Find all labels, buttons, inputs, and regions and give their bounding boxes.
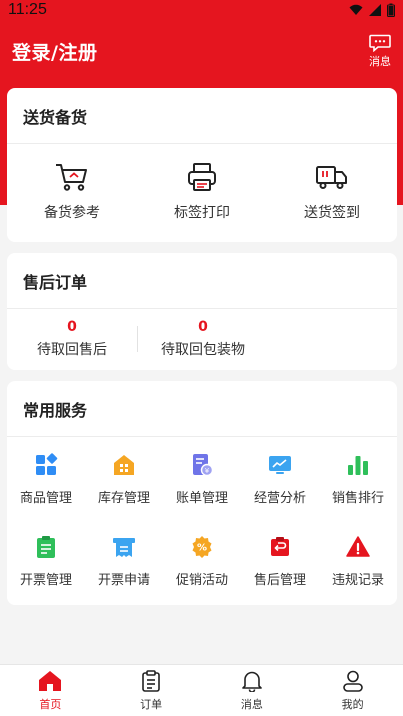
- invoice-management-button[interactable]: 开票管理: [7, 535, 85, 617]
- tab-messages[interactable]: 消息: [212, 670, 292, 712]
- bill-management-label: 账单管理: [175, 491, 228, 506]
- bar-chart-icon: [348, 456, 368, 475]
- tab-messages-label: 消息: [240, 697, 263, 711]
- pending-return-packaging[interactable]: 0 待取回包装物: [138, 319, 268, 359]
- tab-mine[interactable]: 我的: [313, 670, 393, 712]
- pending-return-aftersales-count: 0: [67, 319, 77, 335]
- aftersales-management-button[interactable]: 售后管理: [241, 535, 319, 617]
- pending-return-packaging-count: 0: [198, 319, 208, 335]
- delivery-card-title: 送货备货: [7, 88, 397, 144]
- message-button[interactable]: 消息: [369, 34, 391, 69]
- svg-text:¥: ¥: [205, 467, 210, 475]
- warehouse-icon: [114, 455, 134, 475]
- label-print-label: 标签打印: [174, 205, 230, 221]
- label-print-button[interactable]: 标签打印: [137, 162, 267, 222]
- promotion-label: 促销活动: [175, 573, 228, 588]
- bill-management-button[interactable]: ¥ 账单管理: [163, 453, 241, 535]
- pending-return-aftersales[interactable]: 0 待取回售后: [7, 319, 137, 359]
- cart-icon: [56, 164, 87, 191]
- services-card: 常用服务 商品管理 库存管理 ¥ 账单管理 经营分析 销售排行 开票管理 开票申…: [7, 381, 397, 605]
- battery-icon: [387, 3, 395, 17]
- after-sales-card: 售后订单 0 待取回售后 0 待取回包装物: [7, 253, 397, 370]
- stock-reference-label: 备货参考: [44, 205, 100, 221]
- delivery-checkin-button[interactable]: 送货签到: [267, 162, 397, 222]
- order-list-icon: [142, 669, 160, 692]
- sales-ranking-button[interactable]: 销售排行: [319, 453, 397, 535]
- tab-orders[interactable]: 订单: [111, 669, 191, 712]
- tab-orders-label: 订单: [140, 697, 163, 711]
- stock-reference-button[interactable]: 备货参考: [7, 162, 137, 222]
- violation-record-button[interactable]: 违规记录: [319, 535, 397, 617]
- user-icon: [342, 670, 363, 692]
- status-time: 11:25: [8, 1, 47, 18]
- clipboard-icon: [37, 536, 55, 558]
- tab-home-label: 首页: [39, 697, 62, 711]
- invoice-application-label: 开票申请: [97, 573, 150, 588]
- invoice-application-button[interactable]: 开票申请: [85, 535, 163, 617]
- truck-icon: [316, 166, 347, 189]
- login-register-link[interactable]: 登录/注册: [12, 38, 97, 65]
- sales-ranking-label: 销售排行: [331, 491, 384, 506]
- monitor-chart-icon: [269, 456, 291, 474]
- services-card-title: 常用服务: [7, 381, 397, 437]
- pending-return-packaging-label: 待取回包装物: [161, 342, 245, 358]
- chat-icon: [369, 34, 391, 52]
- status-icons: [349, 3, 395, 17]
- aftersales-management-label: 售后管理: [253, 573, 306, 588]
- signal-icon: [369, 4, 381, 16]
- bottom-tab-bar: 首页 订单 消息 我的: [0, 664, 403, 716]
- bill-icon: ¥: [193, 454, 214, 477]
- status-bar: 11:25: [0, 0, 403, 20]
- return-icon: [271, 537, 289, 556]
- message-label: 消息: [369, 54, 391, 68]
- bell-icon: [242, 671, 262, 692]
- business-analysis-button[interactable]: 经营分析: [241, 453, 319, 535]
- grid-icon: [36, 453, 58, 475]
- wifi-icon: [349, 4, 363, 15]
- tab-mine-label: 我的: [341, 697, 364, 711]
- printer-icon: [188, 163, 216, 191]
- app-header: 登录/注册 消息: [0, 28, 403, 74]
- invoice-management-label: 开票管理: [19, 573, 72, 588]
- after-sales-card-title: 售后订单: [7, 253, 397, 309]
- home-icon: [39, 670, 62, 691]
- delivery-card: 送货备货 备货参考 标签打印 送货签到: [7, 88, 397, 242]
- delivery-checkin-label: 送货签到: [304, 205, 360, 221]
- inventory-management-label: 库存管理: [97, 491, 150, 506]
- promo-badge-icon: %: [192, 536, 212, 558]
- promotion-button[interactable]: % 促销活动: [163, 535, 241, 617]
- product-management-button[interactable]: 商品管理: [7, 453, 85, 535]
- svg-text:%: %: [197, 543, 207, 554]
- violation-record-label: 违规记录: [331, 573, 384, 588]
- warning-icon: [346, 536, 370, 557]
- receipt-icon: [113, 538, 135, 557]
- product-management-label: 商品管理: [19, 491, 72, 506]
- inventory-management-button[interactable]: 库存管理: [85, 453, 163, 535]
- pending-return-aftersales-label: 待取回售后: [37, 342, 107, 358]
- business-analysis-label: 经营分析: [253, 491, 306, 506]
- tab-home[interactable]: 首页: [10, 670, 90, 712]
